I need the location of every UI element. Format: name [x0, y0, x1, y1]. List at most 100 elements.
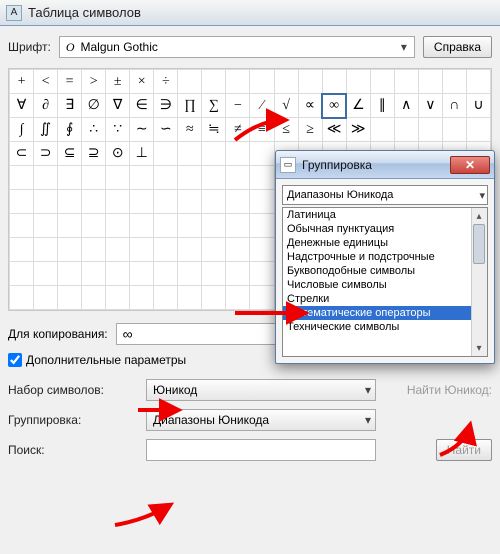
grouping-listbox[interactable]: ▴ ▾ ЛатиницаОбычная пунктуацияДенежные е…	[282, 207, 488, 357]
grid-cell[interactable]	[58, 286, 82, 310]
grid-cell[interactable]: ⊆	[58, 142, 82, 166]
grid-cell[interactable]	[226, 238, 250, 262]
grid-cell[interactable]	[394, 118, 418, 142]
grid-cell[interactable]	[34, 190, 58, 214]
font-select[interactable]: O Malgun Gothic ▾	[59, 36, 415, 58]
grid-cell[interactable]	[202, 214, 226, 238]
grid-cell[interactable]: ∥	[370, 94, 394, 118]
grid-cell[interactable]	[418, 70, 442, 94]
list-item[interactable]: Денежные единицы	[283, 236, 471, 250]
list-item[interactable]: Стрелки	[283, 292, 471, 306]
grid-cell[interactable]: ∧	[394, 94, 418, 118]
grid-cell[interactable]: ∫	[10, 118, 34, 142]
grid-cell[interactable]	[202, 238, 226, 262]
grid-cell[interactable]	[130, 190, 154, 214]
grid-cell[interactable]: ∋	[154, 94, 178, 118]
grid-cell[interactable]	[250, 190, 274, 214]
grid-cell[interactable]: ⊂	[10, 142, 34, 166]
grid-cell[interactable]: ∪	[466, 94, 490, 118]
scrollbar[interactable]: ▴ ▾	[471, 208, 487, 356]
grid-cell[interactable]	[202, 262, 226, 286]
grid-cell[interactable]	[178, 238, 202, 262]
grid-cell[interactable]: √	[274, 94, 298, 118]
grid-cell[interactable]: ≡	[250, 118, 274, 142]
grid-cell[interactable]	[82, 166, 106, 190]
charset-select[interactable]: Юникод ▾	[146, 379, 376, 401]
grid-cell[interactable]	[130, 286, 154, 310]
grid-cell[interactable]	[106, 262, 130, 286]
grouping-select[interactable]: Диапазоны Юникода ▾	[146, 409, 376, 431]
grid-cell[interactable]	[202, 286, 226, 310]
grid-cell[interactable]: ≈	[178, 118, 202, 142]
grid-cell[interactable]	[178, 262, 202, 286]
grid-cell[interactable]: ∴	[82, 118, 106, 142]
grid-cell[interactable]	[58, 190, 82, 214]
grid-cell[interactable]	[250, 142, 274, 166]
grid-cell[interactable]: ∂	[34, 94, 58, 118]
grid-cell[interactable]	[418, 118, 442, 142]
grid-cell[interactable]	[274, 70, 298, 94]
grid-cell[interactable]: ∩	[442, 94, 466, 118]
grouping-dialog-titlebar[interactable]: ▭ Группировка ✕	[276, 151, 494, 179]
grid-cell[interactable]: ≫	[346, 118, 370, 142]
search-button[interactable]: Найти	[436, 439, 492, 461]
grid-cell[interactable]	[10, 286, 34, 310]
grid-cell[interactable]	[82, 190, 106, 214]
grid-cell[interactable]	[154, 286, 178, 310]
close-button[interactable]: ✕	[450, 156, 490, 174]
grid-cell[interactable]	[10, 214, 34, 238]
grid-cell[interactable]	[370, 70, 394, 94]
grid-cell[interactable]	[154, 214, 178, 238]
grid-cell[interactable]	[106, 286, 130, 310]
grid-cell[interactable]	[58, 262, 82, 286]
grid-cell[interactable]: ∇	[106, 94, 130, 118]
grid-cell[interactable]	[178, 214, 202, 238]
grid-cell[interactable]	[130, 238, 154, 262]
grid-cell[interactable]	[322, 70, 346, 94]
list-item[interactable]: Математические операторы	[283, 306, 471, 320]
grid-cell[interactable]: ∼	[130, 118, 154, 142]
grid-cell[interactable]	[106, 166, 130, 190]
grid-cell[interactable]: ∠	[346, 94, 370, 118]
grid-cell[interactable]	[466, 118, 490, 142]
grid-cell[interactable]	[82, 286, 106, 310]
grid-cell[interactable]	[130, 166, 154, 190]
grid-cell[interactable]	[58, 214, 82, 238]
grid-cell[interactable]	[34, 166, 58, 190]
grid-cell[interactable]	[178, 190, 202, 214]
grid-cell[interactable]: ⊥	[130, 142, 154, 166]
scroll-down-icon[interactable]: ▾	[471, 340, 487, 356]
grid-cell[interactable]	[202, 166, 226, 190]
grid-cell[interactable]	[202, 190, 226, 214]
grid-cell[interactable]: ⊇	[82, 142, 106, 166]
scrollbar-thumb[interactable]	[473, 224, 485, 264]
grid-cell[interactable]	[466, 70, 490, 94]
grid-cell[interactable]	[250, 262, 274, 286]
grid-cell[interactable]	[250, 70, 274, 94]
search-input[interactable]	[146, 439, 376, 461]
grid-cell[interactable]	[178, 286, 202, 310]
grid-cell[interactable]	[106, 238, 130, 262]
grid-cell[interactable]: ∈	[130, 94, 154, 118]
grid-cell[interactable]	[202, 142, 226, 166]
grid-cell[interactable]	[178, 70, 202, 94]
grid-cell[interactable]: ∃	[58, 94, 82, 118]
grid-cell[interactable]	[442, 118, 466, 142]
grid-cell[interactable]	[34, 238, 58, 262]
grid-cell[interactable]	[82, 262, 106, 286]
grid-cell[interactable]	[346, 70, 370, 94]
grid-cell[interactable]	[226, 142, 250, 166]
grid-cell[interactable]	[34, 214, 58, 238]
grid-cell[interactable]: ≥	[298, 118, 322, 142]
grid-cell[interactable]	[10, 166, 34, 190]
grid-cell[interactable]	[178, 166, 202, 190]
grid-cell[interactable]: ≪	[322, 118, 346, 142]
grid-cell[interactable]: ×	[130, 70, 154, 94]
grid-cell[interactable]: ∅	[82, 94, 106, 118]
grid-cell[interactable]	[226, 70, 250, 94]
grid-cell[interactable]: ∨	[418, 94, 442, 118]
grid-cell[interactable]	[394, 70, 418, 94]
grid-cell[interactable]	[154, 166, 178, 190]
grid-cell[interactable]: −	[226, 94, 250, 118]
grid-cell[interactable]	[106, 214, 130, 238]
